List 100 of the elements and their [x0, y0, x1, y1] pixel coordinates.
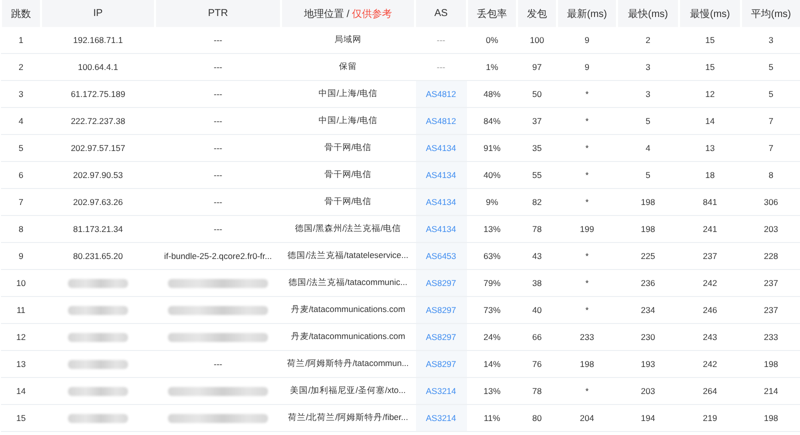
- table-cell: 97: [532, 62, 542, 72]
- table-cell: 2: [18, 62, 24, 72]
- table-cell: 306: [764, 197, 778, 207]
- table-cell: 203: [764, 224, 778, 234]
- table-cell: 18: [705, 170, 715, 180]
- table-cell: 中国/上海/电信: [318, 88, 378, 100]
- table-cell: 55: [532, 170, 542, 180]
- table-cell: 198: [580, 359, 594, 369]
- table-cell: ---: [214, 89, 222, 99]
- table-cell: 11: [16, 305, 26, 315]
- table-cell: 237: [702, 251, 718, 261]
- column-header: 地理位置 / 仅供参考: [281, 0, 415, 27]
- table-cell: 204: [580, 413, 594, 423]
- table-cell: 15: [16, 413, 26, 423]
- table-cell: *: [585, 386, 589, 396]
- table-cell: ---: [214, 35, 222, 45]
- table-cell: 7: [768, 116, 774, 126]
- table-cell: 德国/黑森州/法兰克福/电信: [294, 223, 402, 235]
- table-cell: 233: [580, 332, 594, 342]
- table-cell: 4: [18, 116, 24, 126]
- column-header: PTR: [155, 0, 281, 27]
- table-cell: 24%: [483, 332, 500, 342]
- table-cell: 1%: [486, 62, 498, 72]
- table-cell: 76: [532, 359, 542, 369]
- table-cell: 242: [702, 359, 718, 369]
- table-cell: 241: [702, 224, 718, 234]
- table-cell: 35: [532, 143, 542, 153]
- table-cell: 13: [16, 359, 26, 369]
- table-cell: 14%: [483, 359, 500, 369]
- column-header: 最快(ms): [617, 0, 679, 27]
- table-cell: *: [585, 197, 589, 207]
- table-cell: 11%: [484, 413, 500, 423]
- table-cell: 228: [764, 251, 778, 261]
- table-cell: 14: [16, 386, 26, 396]
- column-header: 丢包率: [467, 0, 517, 27]
- table-cell: 80: [532, 413, 542, 423]
- table-cell: 37: [532, 116, 542, 126]
- table-cell: 82: [532, 197, 542, 207]
- table-cell: 2: [646, 35, 650, 45]
- table-cell: 841: [702, 197, 718, 207]
- table-cell: 80.231.65.20: [73, 251, 123, 261]
- table-cell: 0%: [486, 35, 498, 45]
- table-cell: 236: [640, 278, 656, 288]
- table-cell: if-bundle-25-2.qcore2.fr0-fr...: [164, 251, 272, 261]
- table-cell: *: [585, 116, 589, 126]
- table-cell: 6: [18, 170, 24, 180]
- table-cell: ---: [214, 224, 222, 234]
- table-cell: 225: [640, 251, 656, 261]
- table-cell: 骨干网/电信: [324, 196, 372, 208]
- table-cell: 5: [646, 116, 650, 126]
- table-cell: ---: [214, 170, 222, 180]
- table-cell: 100: [530, 35, 544, 45]
- table-cell: ---: [214, 62, 222, 72]
- table-cell: 13: [705, 143, 715, 153]
- table-cell: ---: [436, 35, 446, 45]
- table-cell: 79%: [483, 278, 500, 288]
- table-cell: 3: [646, 62, 650, 72]
- table-cell: 40%: [483, 170, 500, 180]
- table-cell: 63%: [483, 251, 500, 261]
- table-cell: 14: [705, 116, 715, 126]
- table-cell: 局域网: [334, 34, 362, 46]
- table-cell: 4: [646, 143, 650, 153]
- table-cell: 骨干网/电信: [324, 142, 372, 154]
- table-cell: 3: [768, 35, 774, 45]
- table-cell: 荷兰/阿姆斯特丹/tatacommun...: [287, 358, 409, 370]
- table-cell: 81.173.21.34: [73, 224, 123, 234]
- table-cell: 丹麦/tatacommunications.com: [290, 331, 406, 343]
- table-cell: 5: [768, 62, 774, 72]
- table-cell: *: [585, 278, 589, 288]
- table-cell: 230: [640, 332, 656, 342]
- table-cell: 7: [18, 197, 24, 207]
- table-cell: 194: [640, 413, 656, 423]
- column-header: AS: [415, 0, 467, 27]
- table-cell: 73%: [483, 305, 500, 315]
- table-cell: *: [585, 251, 589, 261]
- table-cell: 264: [702, 386, 718, 396]
- table-cell: 7: [768, 143, 774, 153]
- table-cell: 78: [532, 386, 542, 396]
- table-cell: 198: [640, 197, 656, 207]
- column-header: IP: [41, 0, 155, 27]
- table-cell: 10: [16, 278, 26, 288]
- table-cell: 荷兰/北荷兰/阿姆斯特丹/fiber...: [288, 412, 408, 424]
- table-cell: 100.64.4.1: [78, 62, 118, 72]
- table-cell: ---: [436, 62, 446, 72]
- table-cell: 保留: [339, 61, 357, 73]
- table-cell: *: [585, 170, 589, 180]
- table-cell: 203: [640, 386, 656, 396]
- table-cell: ---: [214, 359, 222, 369]
- table-cell: 242: [702, 278, 718, 288]
- table-cell: 3: [646, 89, 650, 99]
- table-cell: 5: [768, 89, 774, 99]
- table-cell: 237: [764, 305, 778, 315]
- table-cell: 38: [532, 278, 542, 288]
- table-cell: 233: [764, 332, 778, 342]
- table-cell: 8: [18, 224, 24, 234]
- table-cell: 193: [640, 359, 656, 369]
- column-header: 平均(ms): [741, 0, 800, 27]
- table-cell: 234: [640, 305, 656, 315]
- table-cell: *: [585, 89, 589, 99]
- column-header: 跳数: [1, 0, 41, 27]
